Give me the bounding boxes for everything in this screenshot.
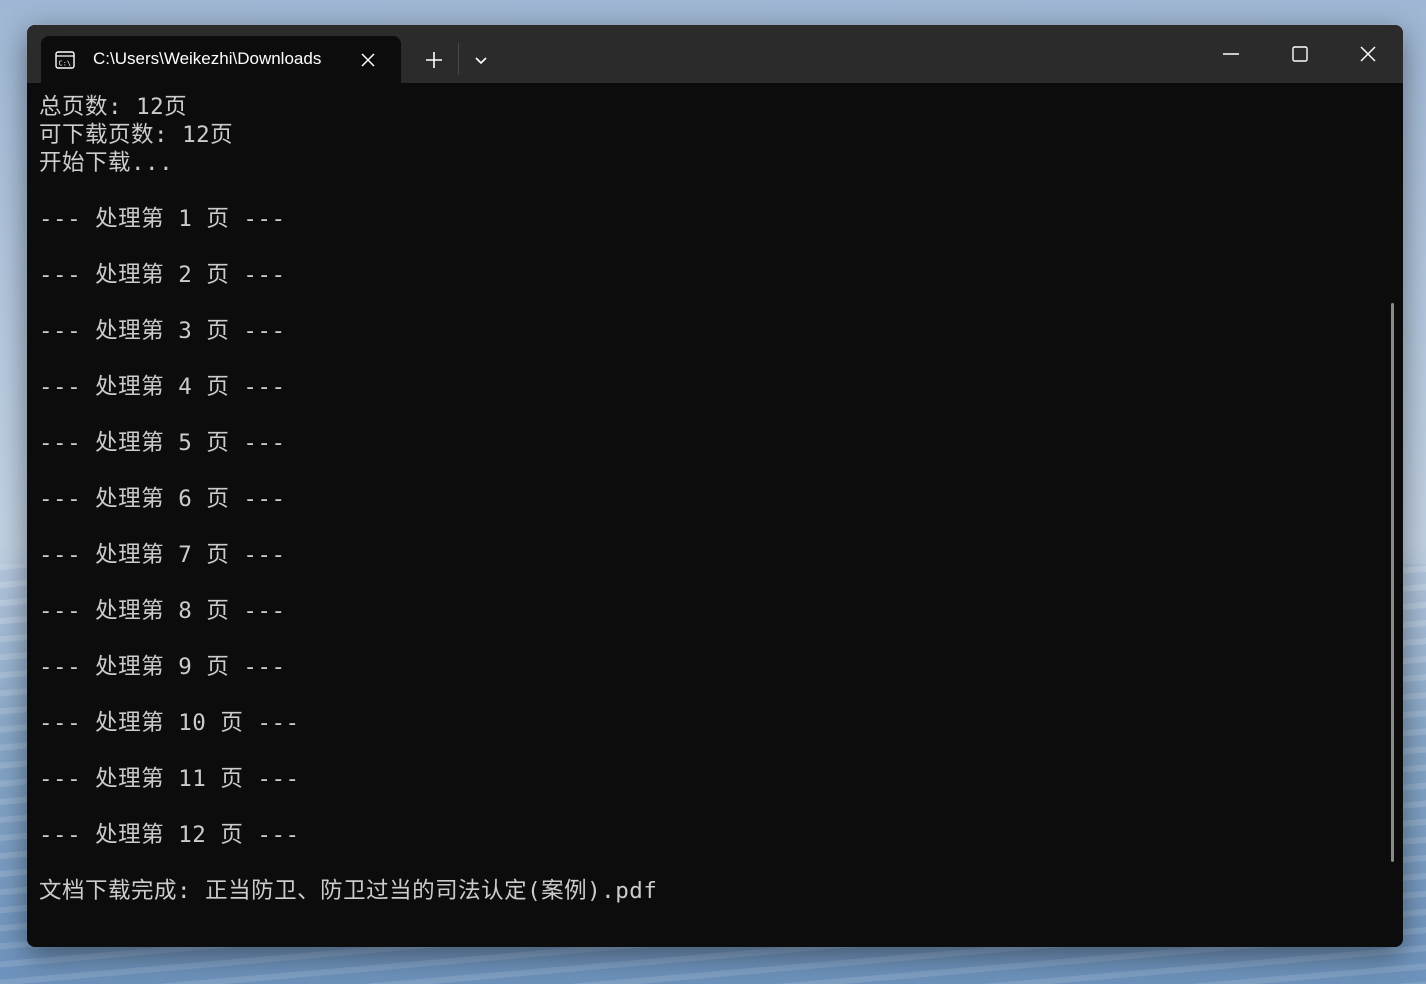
- console-line: --- 处理第 2 页 ---: [39, 262, 286, 288]
- plus-icon: [426, 52, 442, 68]
- close-window-button[interactable]: [1348, 37, 1388, 71]
- tab-dropdown-button[interactable]: [469, 49, 493, 73]
- console-line: 可下载页数: 12页: [39, 122, 234, 148]
- console-line: --- 处理第 7 页 ---: [39, 542, 286, 568]
- console-line: --- 处理第 9 页 ---: [39, 654, 286, 680]
- terminal-window: C:\ C:\Users\Weikezhi\Downloads 总页数: 12页…: [27, 25, 1403, 947]
- console-line: --- 处理第 5 页 ---: [39, 430, 286, 456]
- console-line: --- 处理第 6 页 ---: [39, 486, 286, 512]
- tab-separator: [458, 43, 459, 75]
- console-line: --- 处理第 8 页 ---: [39, 598, 286, 624]
- console-line: 开始下载...: [39, 150, 174, 176]
- title-bar[interactable]: C:\ C:\Users\Weikezhi\Downloads: [27, 25, 1403, 83]
- close-icon[interactable]: [359, 51, 377, 69]
- console-line: --- 处理第 10 页 ---: [39, 710, 300, 736]
- minimize-icon: [1223, 53, 1239, 55]
- console-line: 文档下载完成: 正当防卫、防卫过当的司法认定(案例).pdf: [39, 878, 658, 904]
- console-line: --- 处理第 3 页 ---: [39, 318, 286, 344]
- scrollbar[interactable]: [1391, 303, 1394, 862]
- console-line: --- 处理第 12 页 ---: [39, 822, 300, 848]
- console-output[interactable]: 总页数: 12页 可下载页数: 12页 开始下载... --- 处理第 1 页 ---…: [39, 93, 1383, 937]
- maximize-button[interactable]: [1280, 37, 1320, 71]
- terminal-icon: C:\: [55, 50, 75, 70]
- console-line: --- 处理第 11 页 ---: [39, 766, 300, 792]
- minimize-button[interactable]: [1211, 37, 1251, 71]
- svg-text:C:\: C:\: [59, 60, 72, 68]
- console-line: 总页数: 12页: [39, 94, 188, 120]
- close-icon: [1360, 46, 1376, 62]
- tab-downloads[interactable]: C:\ C:\Users\Weikezhi\Downloads: [41, 36, 401, 83]
- tab-title: C:\Users\Weikezhi\Downloads: [93, 49, 322, 68]
- chevron-down-icon: [475, 57, 487, 65]
- new-tab-button[interactable]: [420, 47, 448, 75]
- console-line: --- 处理第 4 页 ---: [39, 374, 286, 400]
- maximize-icon: [1292, 46, 1308, 62]
- console-line: --- 处理第 1 页 ---: [39, 206, 286, 232]
